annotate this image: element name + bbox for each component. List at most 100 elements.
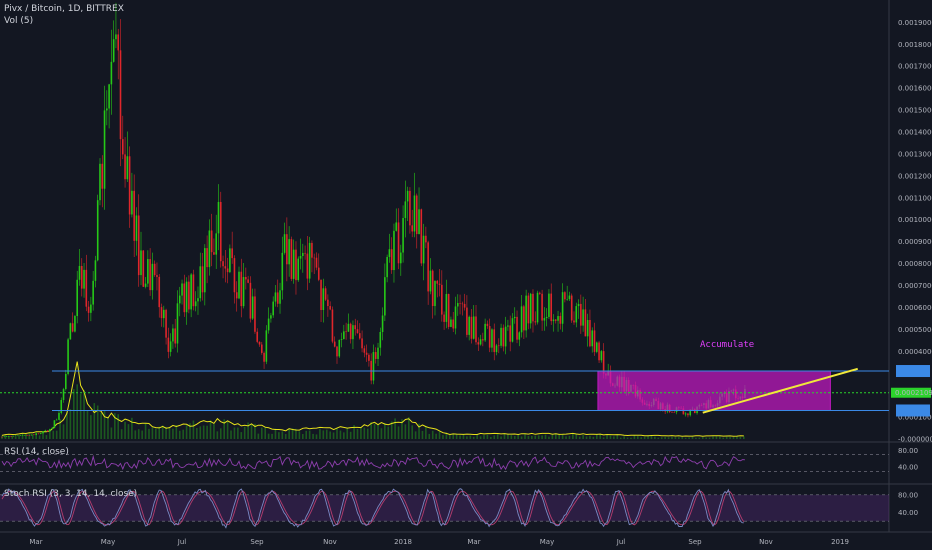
candle-body [112, 39, 115, 62]
candle-body [42, 431, 44, 434]
volume-bar [565, 436, 567, 439]
volume-bar [175, 425, 178, 439]
volume-bar [360, 427, 362, 439]
volume-bar [55, 430, 58, 439]
candle-body [377, 347, 379, 359]
candle-body [586, 320, 589, 337]
volume-bar [199, 426, 202, 439]
candle-body [96, 200, 99, 261]
volume-bar [633, 435, 636, 439]
candle-body [386, 257, 388, 278]
volume-bar [86, 410, 89, 439]
candle-body [343, 331, 345, 340]
volume-bar [626, 437, 629, 439]
candle-body [529, 293, 532, 324]
volume-bar [38, 435, 41, 439]
candle-body [222, 261, 224, 267]
candle-body [235, 292, 238, 299]
volume-bar [131, 417, 133, 439]
candle-body [552, 319, 555, 322]
volume-bar [729, 437, 731, 439]
candle-body [397, 222, 400, 264]
volume-bar [551, 434, 554, 439]
price-tick-label: -0.00000000 [898, 436, 932, 444]
candle-body [201, 266, 204, 293]
candle-body [534, 321, 537, 323]
candle-body [12, 435, 15, 437]
volume-bar [452, 434, 455, 439]
volume-bar [79, 394, 82, 439]
volume-bar [127, 424, 130, 439]
volume-bar [479, 436, 482, 439]
candle-body [345, 331, 347, 332]
candle-body [568, 295, 571, 300]
candle-body [160, 307, 163, 319]
volume-bar [637, 436, 639, 439]
volume-bar [667, 437, 670, 439]
candle-body [192, 274, 195, 307]
candle-body [265, 330, 268, 362]
volume-bar [705, 437, 707, 439]
candle-body [8, 436, 10, 437]
volume-bar [558, 434, 560, 439]
volume-bar [582, 435, 584, 439]
volume-bar [643, 436, 646, 439]
candle-body [340, 339, 343, 340]
volume-bar [288, 428, 290, 439]
volume-bar [524, 434, 526, 439]
candle-body [347, 323, 350, 332]
candle-body [687, 413, 689, 416]
candle-body [65, 373, 67, 390]
price-tick-label: 0.00070000 [898, 282, 932, 290]
candle-body [14, 435, 17, 437]
candle-body [5, 436, 8, 437]
candle-body [229, 248, 231, 273]
volume-bar [237, 427, 239, 439]
rsi-tick-label: 40.00 [898, 464, 918, 472]
candle-body [153, 263, 156, 276]
volume-bar [100, 412, 102, 439]
candle-body [219, 201, 222, 262]
candle-body [76, 279, 79, 317]
candle-body [591, 330, 594, 347]
candle-body [247, 279, 249, 283]
date-tick-label: Sep [250, 538, 264, 546]
price-chart[interactable]: 80.00 40.00 80.00 40.00 0.00190000 0.001800… [0, 0, 932, 550]
candle-body [135, 215, 138, 241]
candle-body [39, 433, 42, 435]
volume-bar [281, 431, 284, 439]
volume-bar [466, 436, 468, 439]
volume-bar [459, 435, 461, 439]
candle-body [302, 252, 304, 257]
volume-bar [219, 428, 222, 439]
stoch-rsi-label: Stoch RSI (3, 3, 14, 14, close) [4, 489, 138, 499]
volume-bar [274, 428, 277, 439]
candle-body [26, 434, 28, 436]
volume-bar [322, 430, 325, 439]
candle-body [541, 293, 543, 321]
volume-bar [404, 424, 407, 439]
candle-body [488, 326, 491, 348]
candle-body [156, 275, 158, 277]
accumulate-box [597, 370, 831, 411]
candle-body [504, 326, 507, 347]
candle-body [429, 270, 432, 292]
volume-bar [233, 427, 236, 439]
volume-bar [349, 431, 352, 439]
candle-body [238, 271, 240, 299]
volume-bar [736, 436, 738, 439]
candle-body [149, 259, 151, 291]
price-tick-label: 0.00180000 [898, 41, 932, 49]
price-tick-label: 0.00140000 [898, 128, 932, 136]
volume-bar [688, 437, 690, 439]
volume-bar [124, 421, 126, 439]
candle-body [509, 325, 511, 342]
candle-body [411, 225, 413, 232]
candle-body [245, 277, 247, 280]
volume-bar [206, 425, 208, 439]
price-tick-label: 0.00060000 [898, 304, 932, 312]
candle-body [352, 325, 354, 340]
volume-bar [630, 437, 632, 439]
candle-body [472, 316, 475, 339]
volume-bar [421, 430, 424, 439]
